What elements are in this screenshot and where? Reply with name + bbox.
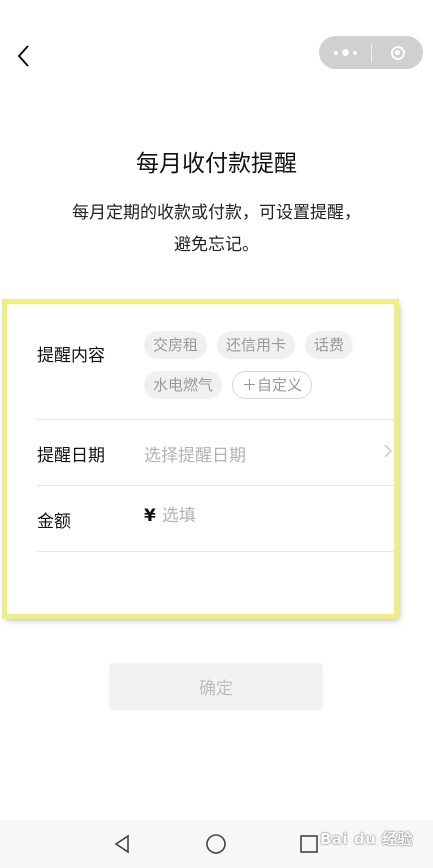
reminder-tags: 交房租 还信用卡 话费 水电燃气 ＋自定义 — [144, 331, 404, 399]
amount-label: 金额 — [37, 512, 71, 532]
page-subtitle: 每月定期的收款或付款，可设置提醒， 避免忘记。 — [40, 197, 393, 261]
nav-back-button[interactable] — [111, 832, 135, 856]
back-button[interactable] — [12, 40, 40, 72]
chevron-right-icon — [384, 444, 392, 458]
chevron-left-icon — [17, 45, 29, 67]
page-title: 每月收付款提醒 — [136, 151, 297, 177]
reminder-content-row: 提醒内容 交房租 还信用卡 话费 水电燃气 ＋自定义 — [37, 304, 394, 420]
tag-credit-card[interactable]: 还信用卡 — [217, 331, 296, 359]
subtitle-line-2: 避免忘记。 — [174, 235, 259, 255]
target-circle-icon — [390, 45, 405, 60]
tag-utilities[interactable]: 水电燃气 — [144, 371, 223, 399]
watermark: Bai du 经验 — [319, 830, 413, 848]
date-picker[interactable]: 选择提醒日期 — [144, 441, 246, 466]
circle-home-icon — [206, 834, 226, 854]
confirm-button[interactable]: 确定 — [109, 663, 323, 710]
tag-rent[interactable]: 交房租 — [144, 331, 208, 359]
amount-field: ¥ — [144, 506, 362, 526]
nav-recents-button[interactable] — [297, 832, 321, 856]
mini-program-capsule — [319, 36, 423, 69]
subtitle-line-1: 每月定期的收款或付款，可设置提醒， — [72, 203, 361, 223]
more-dots-icon — [333, 49, 357, 56]
triangle-back-icon — [114, 834, 129, 854]
reminder-form-card: 提醒内容 交房租 还信用卡 话费 水电燃气 ＋自定义 提醒日期 选择提醒日期 金… — [4, 301, 397, 617]
amount-row: 金额 ¥ — [37, 485, 394, 552]
tag-custom-button[interactable]: ＋自定义 — [232, 371, 313, 399]
reminder-date-label: 提醒日期 — [37, 446, 105, 466]
square-recents-icon — [300, 835, 318, 853]
more-button[interactable] — [319, 36, 371, 69]
tag-phone-bill[interactable]: 话费 — [305, 331, 354, 359]
currency-symbol: ¥ — [144, 506, 156, 526]
nav-home-button[interactable] — [204, 832, 228, 856]
reminder-content-label: 提醒内容 — [37, 346, 105, 366]
close-button[interactable] — [372, 36, 423, 69]
reminder-date-row[interactable]: 提醒日期 选择提醒日期 — [37, 419, 394, 486]
amount-input[interactable] — [161, 506, 362, 526]
